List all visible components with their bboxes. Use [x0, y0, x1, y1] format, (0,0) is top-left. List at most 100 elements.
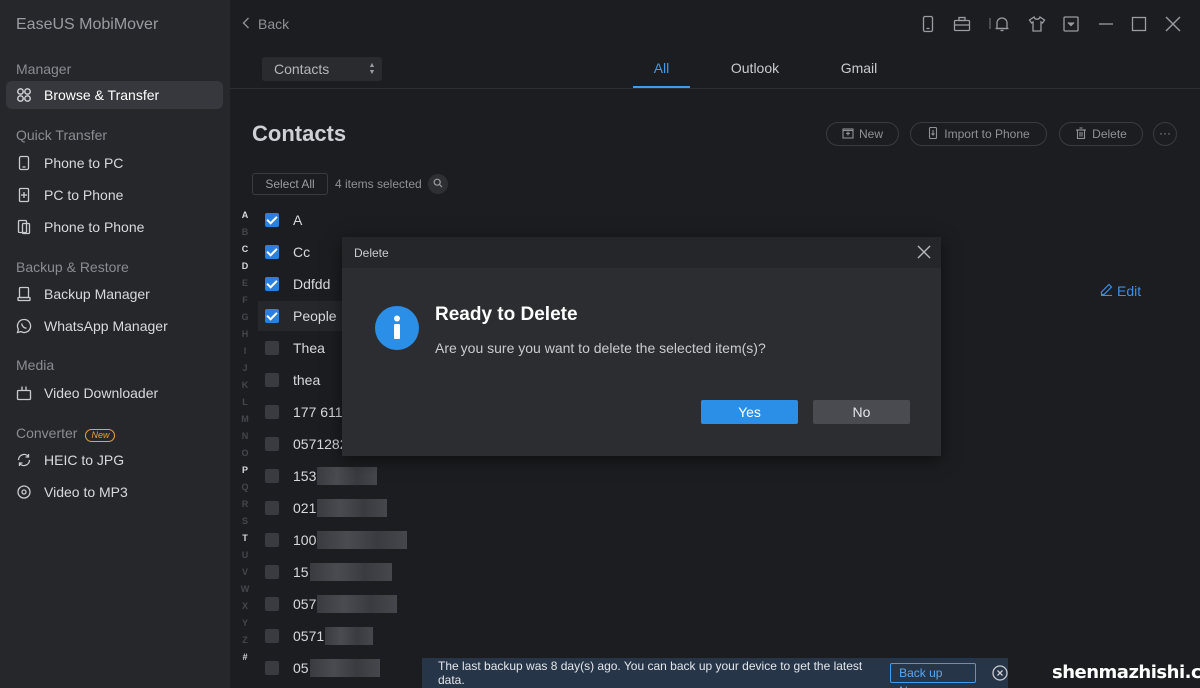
alphabet-letter[interactable]: Q: [238, 482, 252, 499]
alphabet-letter[interactable]: Z: [238, 635, 252, 652]
redacted-text: [317, 595, 398, 613]
alphabet-letter[interactable]: P: [238, 465, 252, 482]
alphabet-letter[interactable]: N: [238, 431, 252, 448]
sidebar-item-phone-to-pc[interactable]: Phone to PC: [6, 149, 223, 177]
search-icon: [433, 175, 443, 193]
back-button[interactable]: Back: [242, 16, 289, 32]
contact-row[interactable]: 057: [258, 589, 558, 619]
sidebar-item-label: Backup Manager: [44, 286, 150, 302]
sidebar-item-browse-transfer[interactable]: Browse & Transfer: [6, 81, 223, 109]
alphabet-letter[interactable]: I: [238, 346, 252, 363]
dropdown-menu-icon[interactable]: [1062, 15, 1080, 33]
contact-checkbox[interactable]: [265, 405, 279, 419]
alphabet-letter[interactable]: Y: [238, 618, 252, 635]
alphabet-letter[interactable]: V: [238, 567, 252, 584]
alphabet-letter[interactable]: L: [238, 397, 252, 414]
dialog-header: Delete: [342, 237, 941, 268]
contact-checkbox[interactable]: [265, 437, 279, 451]
alphabet-letter[interactable]: J: [238, 363, 252, 380]
close-icon[interactable]: [1164, 15, 1182, 33]
alphabet-letter[interactable]: M: [238, 414, 252, 431]
contact-checkbox[interactable]: [265, 629, 279, 643]
more-options-button[interactable]: ···: [1153, 122, 1177, 146]
contact-checkbox[interactable]: [265, 277, 279, 291]
maximize-icon[interactable]: [1130, 15, 1148, 33]
contact-checkbox[interactable]: [265, 533, 279, 547]
minimize-icon[interactable]: [1097, 15, 1115, 33]
alphabet-letter[interactable]: X: [238, 601, 252, 618]
sidebar-item-video-to-mp3[interactable]: Video to MP3: [6, 478, 223, 506]
alphabet-letter[interactable]: #: [238, 652, 252, 669]
notice-close-icon[interactable]: [992, 665, 1008, 681]
sidebar-item-whatsapp-manager[interactable]: WhatsApp Manager: [6, 312, 223, 340]
delete-button[interactable]: Delete: [1059, 122, 1143, 146]
tshirt-icon[interactable]: [1028, 15, 1046, 33]
alphabet-letter[interactable]: D: [238, 261, 252, 278]
contact-checkbox[interactable]: [265, 245, 279, 259]
contact-checkbox[interactable]: [265, 469, 279, 483]
contact-row[interactable]: A: [258, 205, 558, 235]
contact-checkbox[interactable]: [265, 597, 279, 611]
source-select[interactable]: Contacts ▲ ▼: [262, 57, 382, 81]
contact-row[interactable]: 0571: [258, 621, 558, 651]
contact-row[interactable]: 100: [258, 525, 558, 555]
contact-row[interactable]: 021: [258, 493, 558, 523]
no-button[interactable]: No: [813, 400, 910, 424]
tab-outlook[interactable]: Outlook: [721, 48, 789, 88]
sidebar-item-label: HEIC to JPG: [44, 452, 125, 468]
alphabet-letter[interactable]: R: [238, 499, 252, 516]
alphabet-letter[interactable]: K: [238, 380, 252, 397]
redacted-text: [317, 531, 408, 549]
select-all-button[interactable]: Select All: [252, 173, 328, 195]
sidebar-item-phone-to-phone[interactable]: Phone to Phone: [6, 213, 223, 241]
app-title: EaseUS MobiMover: [16, 16, 159, 33]
contact-name: thea: [293, 372, 321, 388]
contact-row[interactable]: 153: [258, 461, 558, 491]
alphabet-letter[interactable]: H: [238, 329, 252, 346]
alphabet-letter[interactable]: B: [238, 227, 252, 244]
new-button[interactable]: New: [826, 122, 899, 146]
contact-row[interactable]: 15: [258, 557, 558, 587]
sidebar-item-video-downloader[interactable]: Video Downloader: [6, 379, 223, 407]
bell-icon[interactable]: [993, 15, 1011, 33]
edit-link[interactable]: Edit: [1100, 283, 1141, 299]
info-icon: [375, 306, 419, 350]
contact-row[interactable]: People: [258, 301, 348, 331]
contact-checkbox[interactable]: [265, 213, 279, 227]
search-button[interactable]: [428, 174, 448, 194]
sidebar-item-heic-to-jpg[interactable]: HEIC to JPG: [6, 446, 223, 474]
alphabet-letter[interactable]: W: [238, 584, 252, 601]
delete-button-label: Delete: [1092, 127, 1127, 141]
sidebar-item-label: Phone to Phone: [44, 219, 145, 235]
contact-checkbox[interactable]: [265, 341, 279, 355]
toolbox-icon[interactable]: [953, 15, 971, 33]
alphabet-letter[interactable]: E: [238, 278, 252, 295]
toolbar-divider: [981, 15, 991, 33]
alphabet-letter[interactable]: G: [238, 312, 252, 329]
contact-name: 153: [293, 468, 317, 484]
tab-all[interactable]: All: [633, 48, 690, 88]
contact-checkbox[interactable]: [265, 373, 279, 387]
contact-checkbox[interactable]: [265, 565, 279, 579]
alphabet-letter[interactable]: C: [238, 244, 252, 261]
chevron-left-icon: [242, 16, 250, 32]
alphabet-letter[interactable]: F: [238, 295, 252, 312]
contact-checkbox[interactable]: [265, 309, 279, 323]
alphabet-letter[interactable]: U: [238, 550, 252, 567]
alphabet-letter[interactable]: O: [238, 448, 252, 465]
tab-gmail[interactable]: Gmail: [833, 48, 885, 88]
sidebar-item-backup-manager[interactable]: Backup Manager: [6, 280, 223, 308]
contact-checkbox[interactable]: [265, 661, 279, 675]
yes-button[interactable]: Yes: [701, 400, 798, 424]
alphabet-letter[interactable]: A: [238, 210, 252, 227]
import-to-phone-button[interactable]: Import to Phone: [910, 122, 1047, 146]
contact-name: 100: [293, 532, 317, 548]
dialog-close-icon[interactable]: [917, 245, 931, 259]
alphabet-letter[interactable]: T: [238, 533, 252, 550]
back-up-now-button[interactable]: Back up Now: [890, 663, 976, 688]
alphabet-letter[interactable]: S: [238, 516, 252, 533]
device-icon[interactable]: [919, 15, 937, 33]
sidebar-item-pc-to-phone[interactable]: PC to Phone: [6, 181, 223, 209]
contact-checkbox[interactable]: [265, 501, 279, 515]
pc-to-phone-icon: [16, 187, 32, 203]
